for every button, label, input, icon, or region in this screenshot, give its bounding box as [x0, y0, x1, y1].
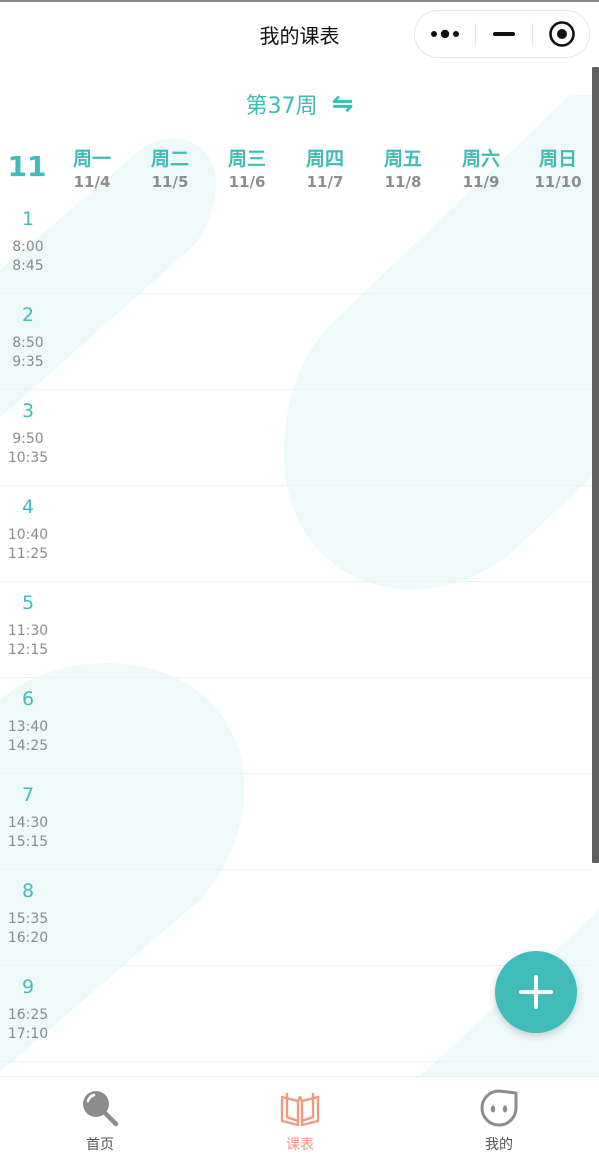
- day-header-tue: 周二 11/5: [131, 147, 209, 193]
- day-header-fri: 周五 11/8: [364, 147, 442, 193]
- period-row: 4 10:40 11:25: [0, 486, 599, 582]
- day-header-mon: 周一 11/4: [53, 147, 131, 193]
- period-number: 3: [21, 400, 35, 422]
- period-start-time: 10:40: [7, 527, 49, 543]
- day-header-wed: 周三 11/6: [208, 147, 286, 193]
- day-name: 周三: [227, 148, 266, 170]
- period-end-time: 9:35: [12, 354, 44, 370]
- scrollbar[interactable]: [592, 67, 599, 863]
- day-date: 11/9: [462, 173, 500, 191]
- plus-icon: [519, 975, 553, 1009]
- mini-program-capsule: [414, 10, 590, 58]
- day-header-sun: 周日 11/10: [519, 147, 597, 193]
- tab-profile[interactable]: 我的: [399, 1077, 599, 1160]
- search-icon: [83, 1091, 119, 1127]
- period-start-time: 16:25: [7, 1007, 49, 1023]
- day-name: 周日: [538, 148, 577, 170]
- week-label[interactable]: 第37周: [246, 88, 318, 120]
- target-close-icon: [548, 21, 575, 47]
- period-end-time: 17:10: [7, 1026, 49, 1042]
- period-number: 6: [21, 688, 35, 710]
- period-number: 5: [21, 592, 35, 614]
- period-start-time: 14:30: [7, 815, 49, 831]
- day-name: 周六: [461, 148, 500, 170]
- day-header-thu: 周四 11/7: [286, 147, 364, 193]
- period-end-time: 14:25: [7, 738, 49, 754]
- tab-label: 课表: [286, 1137, 314, 1153]
- period-number: 4: [21, 496, 35, 518]
- week-selector: 第37周 ⇋: [0, 86, 599, 122]
- period-number: 8: [21, 880, 35, 902]
- period-start-time: 15:35: [7, 911, 49, 927]
- tab-label: 首页: [86, 1137, 114, 1153]
- period-number: 1: [21, 208, 35, 230]
- day-name: 周五: [383, 148, 422, 170]
- day-name: 周二: [150, 148, 189, 170]
- period-end-time: 16:20: [7, 930, 49, 946]
- period-end-time: 11:25: [7, 546, 49, 562]
- period-number: 7: [21, 784, 35, 806]
- day-date: 11/4: [73, 173, 111, 191]
- close-button[interactable]: [533, 11, 590, 57]
- swap-arrows-icon[interactable]: ⇋: [332, 91, 354, 117]
- add-course-button[interactable]: [495, 951, 577, 1033]
- minimize-button[interactable]: [476, 11, 532, 57]
- day-name: 周四: [305, 148, 344, 170]
- day-date: 11/10: [534, 173, 582, 191]
- period-row: 3 9:50 10:35: [0, 390, 599, 486]
- day-date: 11/7: [306, 173, 344, 191]
- period-row: 7 14:30 15:15: [0, 774, 599, 870]
- bottom-tab-bar: 首页 课表 我的: [0, 1076, 599, 1160]
- row-divider: [0, 1061, 592, 1062]
- period-row: 5 11:30 12:15: [0, 582, 599, 678]
- day-date: 11/6: [228, 173, 266, 191]
- face-icon: [480, 1089, 518, 1127]
- period-row: 8 15:35 16:20: [0, 870, 599, 966]
- period-row: 2 8:50 9:35: [0, 294, 599, 390]
- more-button[interactable]: [415, 11, 475, 57]
- day-date: 11/5: [151, 173, 189, 191]
- tab-schedule[interactable]: 课表: [200, 1077, 400, 1160]
- period-start-time: 8:00: [12, 239, 44, 255]
- tab-label: 我的: [485, 1137, 513, 1153]
- period-end-time: 15:15: [7, 834, 49, 850]
- period-start-time: 11:30: [7, 623, 49, 639]
- period-start-time: 9:50: [12, 431, 44, 447]
- month-number: 11: [7, 150, 47, 183]
- period-row: 6 13:40 14:25: [0, 678, 599, 774]
- book-icon: [280, 1093, 320, 1127]
- period-row: 1 8:00 8:45: [0, 198, 599, 294]
- period-end-time: 8:45: [12, 258, 44, 274]
- day-name: 周一: [72, 148, 111, 170]
- more-dots-icon: [431, 29, 459, 39]
- period-number: 2: [21, 304, 35, 326]
- period-start-time: 13:40: [7, 719, 49, 735]
- day-header-sat: 周六 11/9: [442, 147, 520, 193]
- tab-home[interactable]: 首页: [0, 1077, 200, 1160]
- title-bar: 我的课表: [0, 2, 599, 66]
- period-end-time: 12:15: [7, 642, 49, 658]
- period-number: 9: [21, 976, 35, 998]
- period-start-time: 8:50: [12, 335, 44, 351]
- minimize-icon: [493, 32, 515, 36]
- period-end-time: 10:35: [7, 450, 49, 466]
- day-date: 11/8: [384, 173, 422, 191]
